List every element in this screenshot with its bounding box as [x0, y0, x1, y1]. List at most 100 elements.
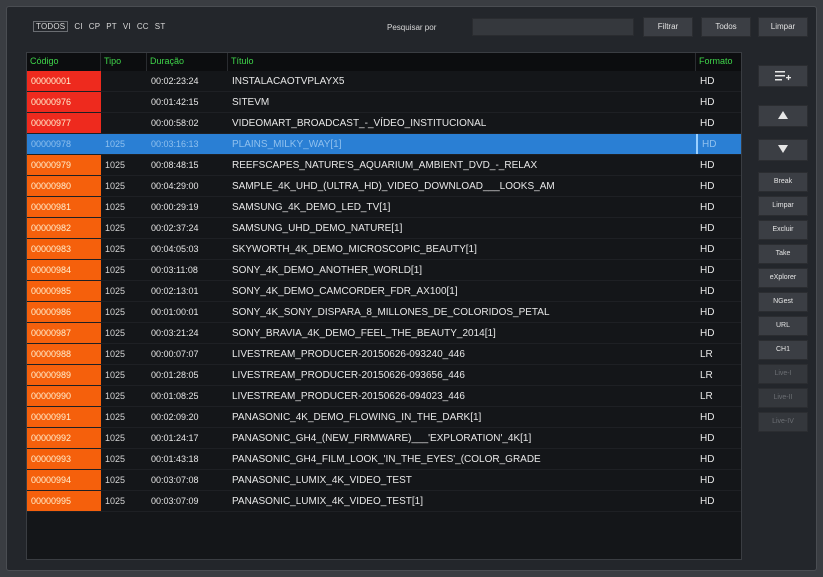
table-row[interactable]: 00000994 1025 00:03:07:08 PANASONIC_LUMIX_4… [27, 470, 741, 491]
column-header-title[interactable]: Título [228, 53, 696, 71]
column-header-code[interactable]: Código [27, 53, 101, 71]
cell-title: VIDEOMART_BROADCAST_-_VÍDEO_INSTITUCIONA… [232, 118, 487, 129]
filter-tab-pt[interactable]: PT [106, 22, 117, 32]
table-row[interactable]: 00000979 1025 00:08:48:15 REEFSCAPES_NATURE… [27, 155, 741, 176]
cell-type: 1025 [105, 328, 126, 338]
search-label: Pesquisar por [387, 23, 437, 32]
cell-code: 00000986 [27, 302, 101, 323]
cell-title: SAMPLE_4K_UHD_(ULTRA_HD)_VIDEO_DOWNLOAD_… [232, 181, 555, 192]
media-table: Código Tipo Duração Título Formato 00000… [26, 52, 742, 560]
cell-title: LIVESTREAM_PRODUCER-20150626-093656_446 [232, 370, 465, 381]
move-up-button[interactable] [758, 105, 808, 127]
cell-code: 00000994 [27, 470, 101, 491]
cell-type: 1025 [105, 139, 126, 149]
cell-format: HD [700, 433, 715, 444]
cell-duration: 00:03:07:09 [151, 496, 199, 506]
filter-tab-vi[interactable]: VI [123, 22, 131, 32]
ch1-button[interactable]: CH1 [758, 340, 808, 360]
table-row[interactable]: 00000983 1025 00:04:05:03 SKYWORTH_4K_DEMO_… [27, 239, 741, 260]
clear-search-button[interactable]: Limpar [758, 17, 808, 37]
table-row[interactable]: 00000984 1025 00:03:11:08 SONY_4K_DEMO_ANOT… [27, 260, 741, 281]
clear-list-button[interactable]: Limpar [758, 196, 808, 216]
cell-duration: 00:03:07:08 [151, 475, 199, 485]
ingest-button[interactable]: NGest [758, 292, 808, 312]
cell-format: HD [700, 244, 715, 255]
playlist-add-button[interactable] [758, 65, 808, 87]
cell-title: PLAINS_MILKY_WAY[1] [232, 139, 342, 150]
cell-title: PANASONIC_LUMIX_4K_VIDEO_TEST [232, 475, 412, 486]
cell-code: 00000980 [27, 176, 101, 197]
live-2-button[interactable]: Live-II [758, 388, 808, 408]
cell-duration: 00:01:43:18 [151, 454, 199, 464]
arrow-up-icon [777, 109, 789, 123]
cell-code: 00000991 [27, 407, 101, 428]
live-1-button[interactable]: Live-I [758, 364, 808, 384]
cell-type: 1025 [105, 265, 126, 275]
table-row[interactable]: 00000980 1025 00:04:29:00 SAMPLE_4K_UHD_(UL… [27, 176, 741, 197]
table-row[interactable]: 00000995 1025 00:03:07:09 PANASONIC_LUMIX_4… [27, 491, 741, 512]
table-row[interactable]: 00000977 00:00:58:02 VIDEOMART_BROADCAST_-… [27, 113, 741, 134]
delete-button[interactable]: Excluir [758, 220, 808, 240]
table-row[interactable]: 00000001 00:02:23:24 INSTALACAOTVPLAYX5 HD [27, 71, 741, 92]
cell-duration: 00:03:21:24 [151, 328, 199, 338]
table-row[interactable]: 00000991 1025 00:02:09:20 PANASONIC_4K_DEMO… [27, 407, 741, 428]
cell-type: 1025 [105, 160, 126, 170]
cell-title: SKYWORTH_4K_DEMO_MICROSCOPIC_BEAUTY[1] [232, 244, 477, 255]
move-down-button[interactable] [758, 139, 808, 161]
table-row[interactable]: 00000976 00:01:42:15 SITEVM HD [27, 92, 741, 113]
filter-tab-todos[interactable]: TODOS [33, 21, 69, 32]
cell-duration: 00:00:58:02 [151, 118, 199, 128]
table-row[interactable]: 00000988 1025 00:00:07:07 LIVESTREAM_PRODUC… [27, 344, 741, 365]
table-row[interactable]: 00000987 1025 00:03:21:24 SONY_BRAVIA_4K_DE… [27, 323, 741, 344]
column-header-type[interactable]: Tipo [101, 53, 147, 71]
cell-code: 00000981 [27, 197, 101, 218]
cell-code: 00000979 [27, 155, 101, 176]
filter-tab-cp[interactable]: CP [89, 22, 101, 32]
toolbar: TODOS CI CP PT VI CC ST Pesquisar por Filtrar … [7, 7, 818, 47]
cell-type: 1025 [105, 370, 126, 380]
table-row[interactable]: 00000993 1025 00:01:43:18 PANASONIC_GH4_FIL… [27, 449, 741, 470]
column-header-format[interactable]: Formato [696, 53, 741, 71]
cell-duration: 00:04:29:00 [151, 181, 199, 191]
cell-title: SONY_4K_DEMO_CAMCORDER_FDR_AX100[1] [232, 286, 458, 297]
table-row[interactable]: 00000978 1025 00:03:16:13 PLAINS_MILKY_WAY[… [27, 134, 741, 155]
cell-code: 00000992 [27, 428, 101, 449]
table-header: Código Tipo Duração Título Formato [27, 53, 741, 71]
cell-type: 1025 [105, 391, 126, 401]
break-button[interactable]: Break [758, 172, 808, 192]
cell-format: HD [700, 181, 715, 192]
filter-button[interactable]: Filtrar [643, 17, 693, 37]
cell-format: HD [700, 454, 715, 465]
cell-type: 1025 [105, 307, 126, 317]
filter-tab-cc[interactable]: CC [137, 22, 149, 32]
playlist-add-icon [774, 71, 792, 85]
live-4-button[interactable]: Live-IV [758, 412, 808, 432]
table-row[interactable]: 00000986 1025 00:01:00:01 SONY_4K_SONY_DISP… [27, 302, 741, 323]
table-row[interactable]: 00000989 1025 00:01:28:05 LIVESTREAM_PRODUC… [27, 365, 741, 386]
filter-tab-st[interactable]: ST [155, 22, 166, 32]
explorer-button[interactable]: eXplorer [758, 268, 808, 288]
url-button[interactable]: URL [758, 316, 808, 336]
cell-duration: 00:02:37:24 [151, 223, 199, 233]
all-button[interactable]: Todos [701, 17, 751, 37]
search-input[interactable] [472, 18, 634, 36]
table-row[interactable]: 00000982 1025 00:02:37:24 SAMSUNG_UHD_DEMO_… [27, 218, 741, 239]
cell-format: HD [700, 475, 715, 486]
filter-tab-ci[interactable]: CI [74, 22, 82, 32]
table-row[interactable]: 00000981 1025 00:00:29:19 SAMSUNG_4K_DEMO_L… [27, 197, 741, 218]
table-row[interactable]: 00000992 1025 00:01:24:17 PANASONIC_GH4_(NE… [27, 428, 741, 449]
column-header-duration[interactable]: Duração [147, 53, 228, 71]
cell-format: HD [700, 160, 715, 171]
take-button[interactable]: Take [758, 244, 808, 264]
cell-title: PANASONIC_GH4_FILM_LOOK_'IN_THE_EYES'_(C… [232, 454, 541, 465]
table-row[interactable]: 00000990 1025 00:01:08:25 LIVESTREAM_PRODUC… [27, 386, 741, 407]
table-row[interactable]: 00000985 1025 00:02:13:01 SONY_4K_DEMO_CAMC… [27, 281, 741, 302]
category-filters: TODOS CI CP PT VI CC ST [33, 21, 166, 32]
cell-duration: 00:03:16:13 [151, 139, 199, 149]
cell-title: REEFSCAPES_NATURE'S_AQUARIUM_AMBIENT_DVD… [232, 160, 538, 171]
cell-duration: 00:04:05:03 [151, 244, 199, 254]
cell-format: HD [700, 496, 715, 507]
cell-code: 00000989 [27, 365, 101, 386]
cell-type: 1025 [105, 244, 126, 254]
cell-title: PANASONIC_LUMIX_4K_VIDEO_TEST[1] [232, 496, 423, 507]
